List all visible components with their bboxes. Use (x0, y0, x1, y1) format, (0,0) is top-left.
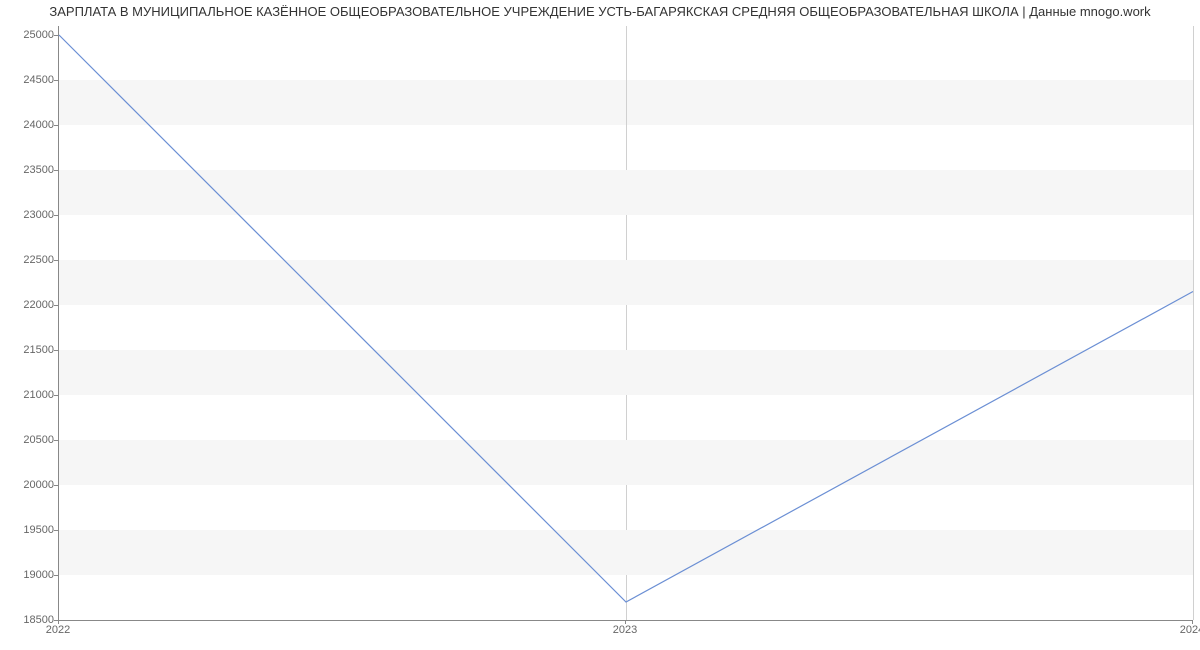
y-tick-mark (54, 575, 58, 576)
y-tick-label: 19000 (4, 569, 54, 581)
series-line (59, 35, 1193, 602)
y-tick-mark (54, 35, 58, 36)
chart-container: ЗАРПЛАТА В МУНИЦИПАЛЬНОЕ КАЗЁННОЕ ОБЩЕОБ… (0, 0, 1200, 650)
y-tick-label: 24500 (4, 74, 54, 86)
x-gridline (1193, 26, 1194, 620)
chart-title: ЗАРПЛАТА В МУНИЦИПАЛЬНОЕ КАЗЁННОЕ ОБЩЕОБ… (0, 4, 1200, 19)
x-tick-mark (58, 620, 59, 624)
y-tick-label: 22500 (4, 254, 54, 266)
y-tick-mark (54, 485, 58, 486)
y-tick-label: 20000 (4, 479, 54, 491)
y-tick-label: 24000 (4, 119, 54, 131)
y-tick-mark (54, 215, 58, 216)
x-tick-mark (1192, 620, 1193, 624)
x-tick-label: 2023 (613, 624, 637, 636)
y-tick-mark (54, 170, 58, 171)
y-tick-mark (54, 125, 58, 126)
y-tick-mark (54, 350, 58, 351)
y-tick-mark (54, 395, 58, 396)
y-tick-label: 23500 (4, 164, 54, 176)
y-tick-label: 21000 (4, 389, 54, 401)
plot-area (58, 26, 1193, 621)
y-tick-mark (54, 80, 58, 81)
y-tick-label: 23000 (4, 209, 54, 221)
x-tick-mark (625, 620, 626, 624)
y-tick-mark (54, 260, 58, 261)
x-tick-label: 2024 (1180, 624, 1200, 636)
y-tick-mark (54, 440, 58, 441)
y-tick-label: 19500 (4, 524, 54, 536)
y-tick-label: 22000 (4, 299, 54, 311)
y-tick-label: 25000 (4, 29, 54, 41)
y-tick-label: 21500 (4, 344, 54, 356)
y-tick-mark (54, 530, 58, 531)
y-tick-label: 20500 (4, 434, 54, 446)
y-tick-mark (54, 305, 58, 306)
line-series-svg (59, 26, 1193, 620)
x-tick-label: 2022 (46, 624, 70, 636)
